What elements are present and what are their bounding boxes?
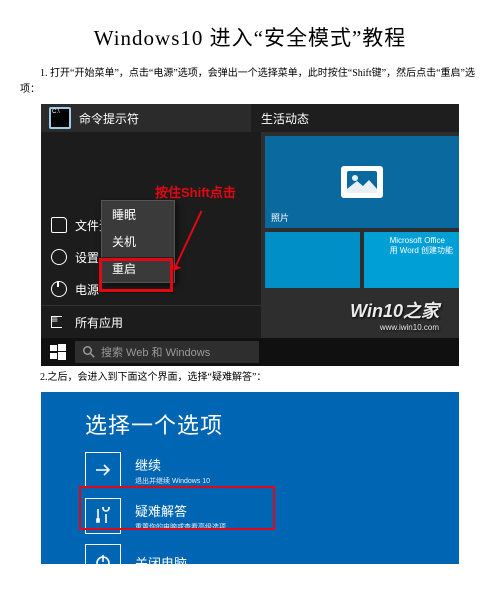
tile-office-sub: 用 Word 创建功能 bbox=[390, 246, 453, 256]
option-troubleshoot[interactable]: 疑难解答 重置你的电脑或查看高级选项 bbox=[85, 498, 385, 534]
window-title-text: 命令提示符 bbox=[79, 110, 139, 127]
option-shutdown[interactable]: 关闭电脑 bbox=[85, 544, 385, 564]
search-icon bbox=[83, 346, 95, 358]
tools-icon bbox=[85, 498, 121, 534]
tile-office-title: Microsoft Office bbox=[390, 236, 453, 246]
callout-text: 按住Shift点击 bbox=[155, 182, 236, 201]
taskbar-search[interactable]: 搜索 Web 和 Windows bbox=[75, 341, 259, 363]
start-button[interactable] bbox=[41, 338, 75, 366]
tile-generic[interactable] bbox=[265, 232, 360, 288]
tiles-group-header: 生活动态 bbox=[251, 104, 459, 132]
step-2-text: 2.之后，会进入到下面这个界面，选择“疑难解答”： bbox=[20, 370, 480, 386]
windows-logo-icon bbox=[50, 344, 66, 360]
option-troubleshoot-title: 疑难解答 bbox=[135, 501, 226, 520]
power-option-shutdown[interactable]: 关机 bbox=[102, 228, 174, 255]
screenshot-recovery-options: 选择一个选项 继续 退出并继续 Windows 10 疑难解答 重置你的电脑或查… bbox=[41, 392, 459, 564]
option-continue[interactable]: 继续 退出并继续 Windows 10 bbox=[85, 452, 385, 488]
recovery-heading: 选择一个选项 bbox=[85, 408, 459, 440]
sidebar-item-all-apps[interactable]: 所有应用 bbox=[41, 305, 261, 338]
power-option-restart[interactable]: 重启 bbox=[102, 255, 174, 282]
page-title: Windows10 进入“安全模式”教程 bbox=[20, 22, 480, 52]
option-shutdown-title: 关闭电脑 bbox=[135, 553, 187, 565]
picture-icon bbox=[347, 171, 377, 193]
option-troubleshoot-sub: 重置你的电脑或查看高级选项 bbox=[135, 522, 226, 532]
cmd-icon bbox=[49, 107, 71, 129]
power-icon bbox=[85, 544, 121, 564]
taskbar: 搜索 Web 和 Windows bbox=[41, 338, 459, 366]
tile-photos[interactable]: 照片 bbox=[265, 136, 459, 228]
taskbar-search-placeholder: 搜索 Web 和 Windows bbox=[101, 344, 210, 360]
option-continue-sub: 退出并继续 Windows 10 bbox=[135, 476, 210, 486]
tile-photos-label: 照片 bbox=[271, 211, 289, 224]
arrow-right-icon bbox=[85, 452, 121, 488]
step-1-text: 1. 打开“开始菜单”，点击“电源”选项，会弹出一个选择菜单，此时按住“Shif… bbox=[20, 66, 480, 98]
power-option-sleep[interactable]: 睡眠 bbox=[102, 201, 174, 228]
power-flyout: 睡眠 关机 重启 bbox=[101, 200, 175, 283]
option-continue-title: 继续 bbox=[135, 455, 210, 474]
tile-office[interactable]: Microsoft Office 用 Word 创建功能 bbox=[364, 232, 459, 288]
screenshot-start-menu: 命令提示符 生活动态 照片 Microsoft Office 用 Word 创建… bbox=[41, 104, 459, 366]
watermark: Win10之家 www.iwin10.com bbox=[350, 297, 439, 332]
